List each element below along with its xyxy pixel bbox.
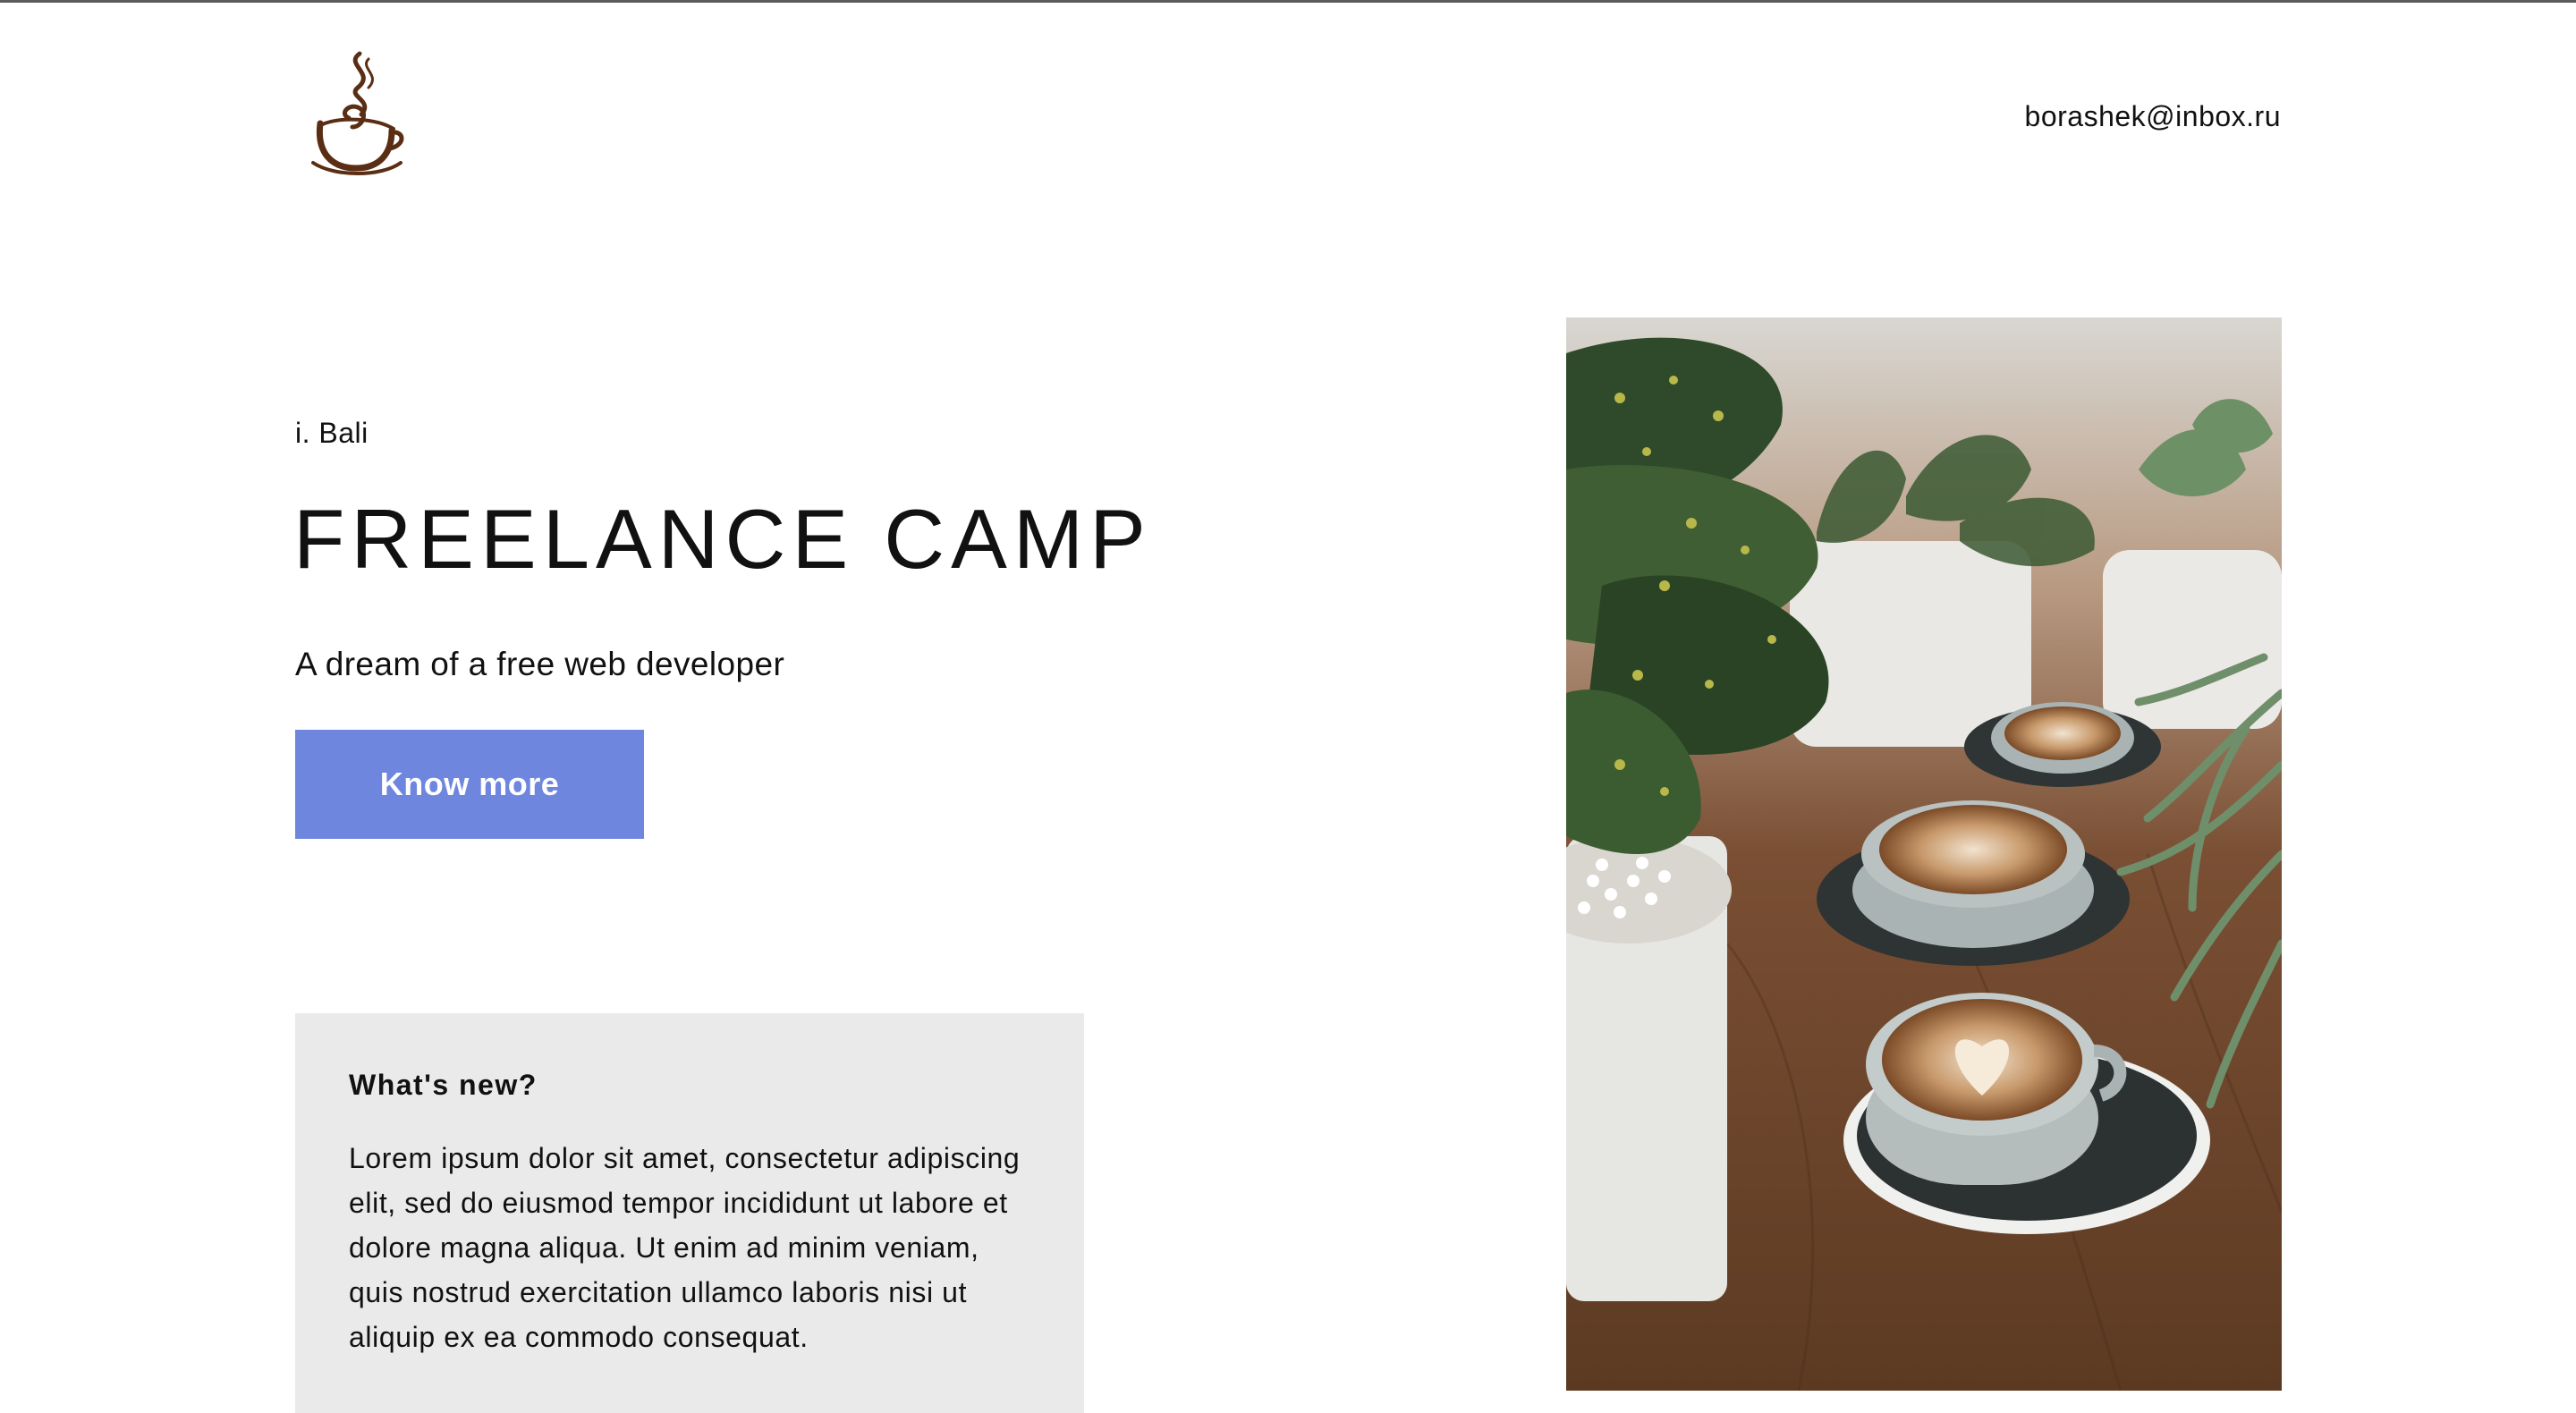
top-border xyxy=(0,0,2576,3)
contact-email-link[interactable]: borashek@inbox.ru xyxy=(2025,100,2281,133)
whats-new-heading: What's new? xyxy=(349,1069,538,1101)
know-more-button[interactable]: Know more xyxy=(295,730,644,839)
page-title: FREELANCE CAMP xyxy=(293,492,1152,586)
whats-new-body: Lorem ipsum dolor sit amet, consectetur … xyxy=(349,1142,1021,1353)
location-label: i. Bali xyxy=(295,417,369,449)
landing-page: borashek@inbox.ru i. Bali FREELANCE CAMP… xyxy=(0,0,2576,1413)
coffee-cups-and-plants-photo xyxy=(1566,317,2282,1391)
whats-new-card: What's new? Lorem ipsum dolor sit amet, … xyxy=(295,1013,1084,1413)
hero-tagline: A dream of a free web developer xyxy=(295,646,785,682)
coffee-cup-logo-icon[interactable] xyxy=(304,45,411,179)
